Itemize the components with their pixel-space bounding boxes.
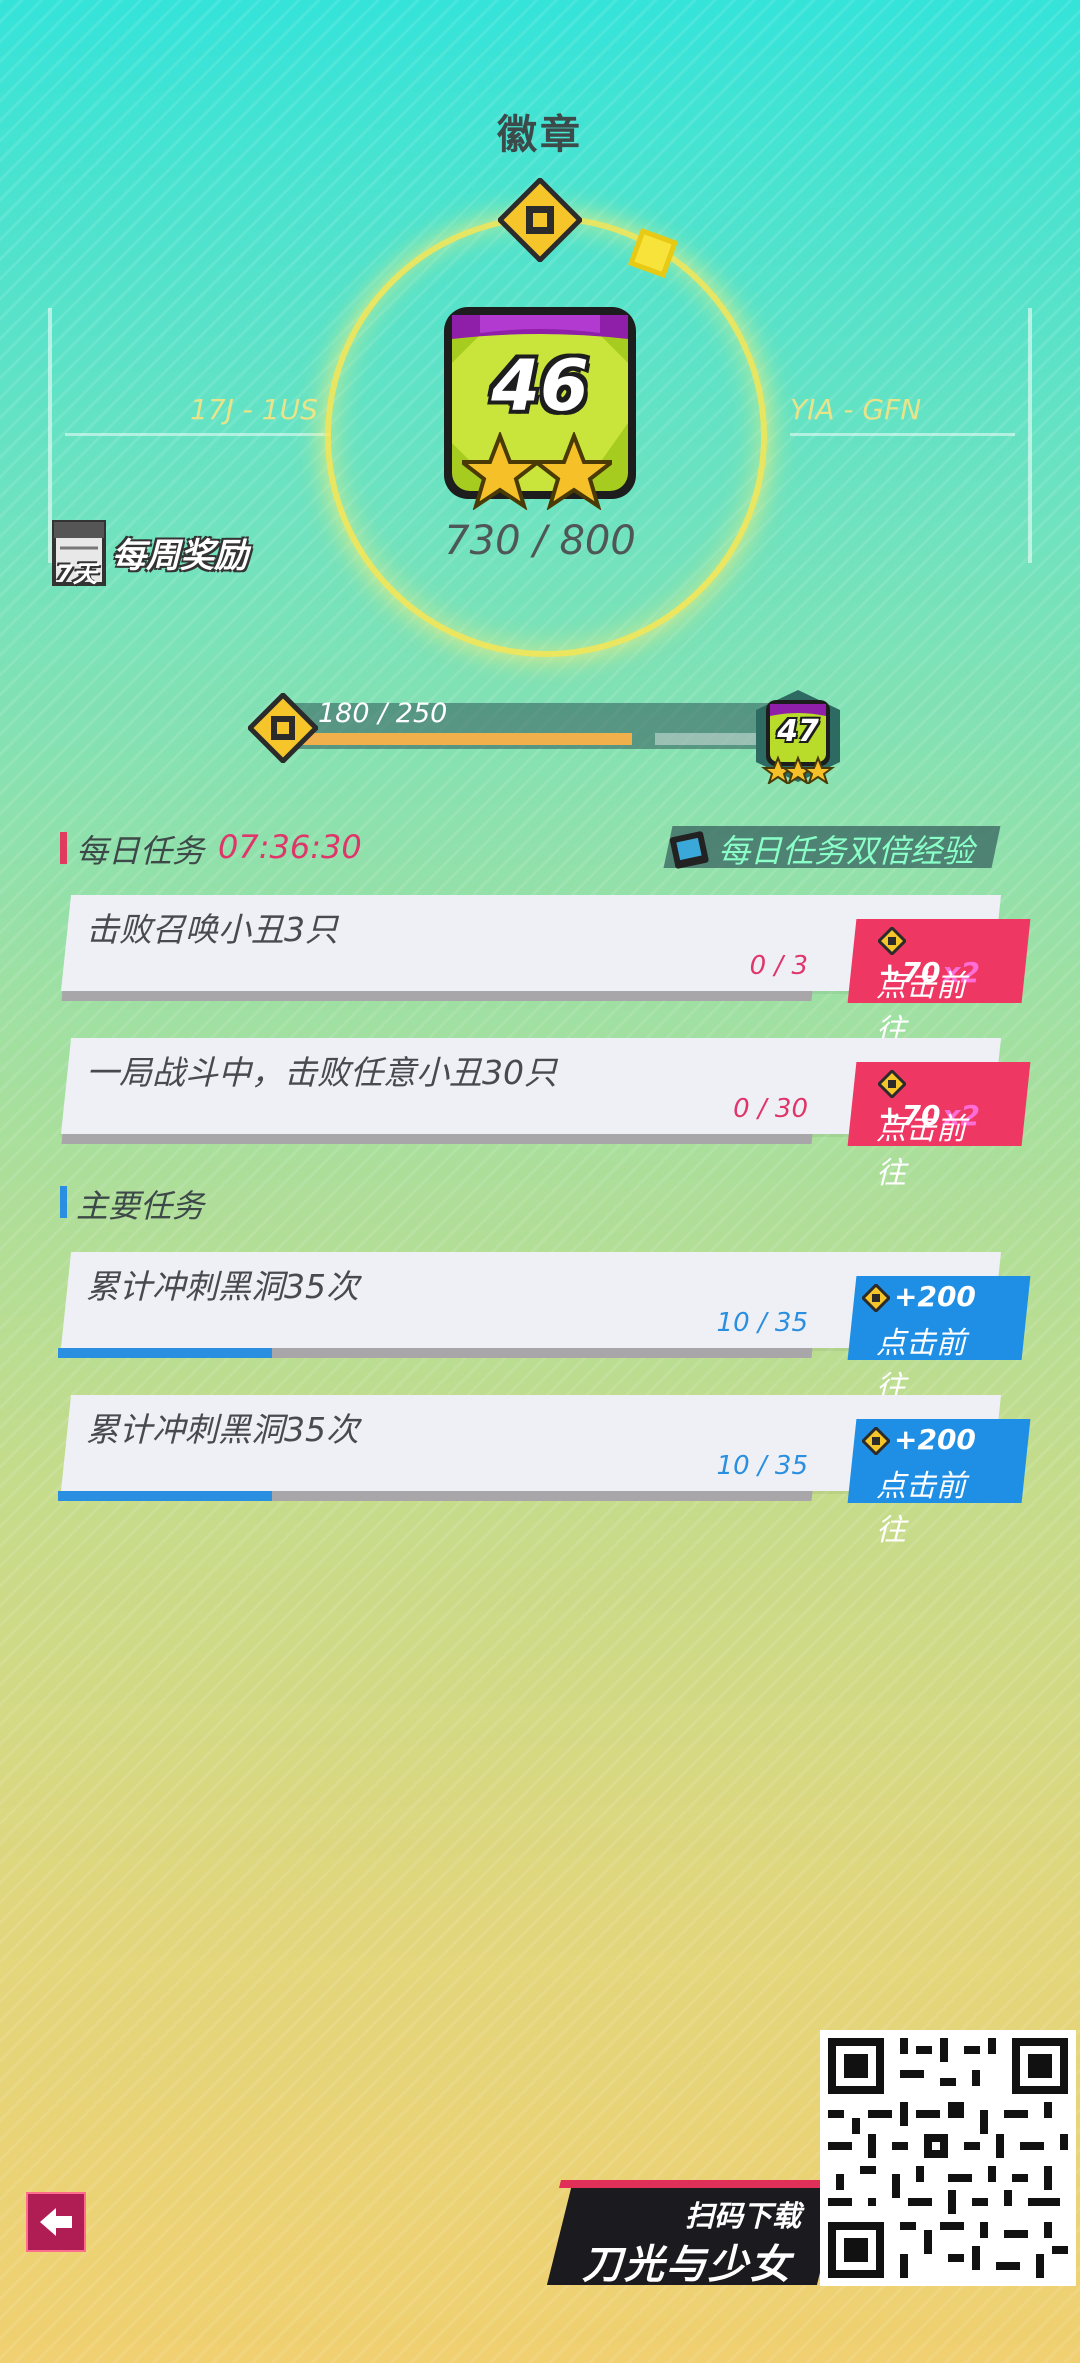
main-task-card: 累计冲刺黑洞35次 10 / 35 +200 点击前往 <box>58 1252 1031 1405</box>
card-progress-fill <box>58 1348 272 1358</box>
card-progress-track <box>61 1134 813 1144</box>
weekly-day-badge: 7天 <box>56 560 97 588</box>
ring-top-emblem-icon <box>498 178 582 262</box>
daily-section-title: 每日任务 <box>76 832 205 870</box>
card-progress-fill <box>58 1491 272 1501</box>
level-progress-fill <box>290 733 632 745</box>
page-title: 徽章 <box>497 112 583 158</box>
task-progress-count: 10 / 35 <box>716 1451 808 1481</box>
progress-emblem-icon <box>248 693 318 763</box>
task-reward: +200 <box>862 1423 976 1456</box>
task-progress-count: 10 / 35 <box>716 1308 808 1338</box>
task-description: 累计冲刺黑洞35次 <box>86 1410 359 1449</box>
coin-icon <box>878 927 906 955</box>
task-reward: +200 <box>862 1280 976 1313</box>
download-banner-accent <box>559 2180 831 2188</box>
task-progress-count: 0 / 30 <box>733 1094 808 1124</box>
code-left: 17J - 1US <box>190 393 318 426</box>
code-line-left <box>65 433 330 436</box>
task-description: 累计冲刺黑洞35次 <box>86 1267 359 1306</box>
go-button-label: 点击前往 <box>876 1469 966 1548</box>
reward-amount: +200 <box>894 1423 976 1456</box>
main-section-bar <box>60 1186 67 1218</box>
go-button-label: 点击前往 <box>876 1112 966 1191</box>
level-progress-text: 180 / 250 <box>318 698 448 729</box>
task-progress-count: 0 / 3 <box>749 951 808 981</box>
daily-timer: 07:36:30 <box>218 828 362 866</box>
level-progress-remaining <box>655 733 765 745</box>
reward-amount: +200 <box>894 1280 976 1313</box>
go-button-label: 点击前往 <box>876 969 966 1048</box>
game-name: 刀光与少女 <box>582 2242 792 2288</box>
code-line-right <box>790 433 1015 436</box>
coin-icon <box>862 1427 890 1455</box>
main-task-card: 累计冲刺黑洞35次 10 / 35 +200 点击前往 <box>58 1395 1031 1548</box>
ring-orbit-marker-icon <box>628 228 678 278</box>
badge-stars-icon <box>462 432 612 510</box>
daily-task-card: 一局战斗中，击败任意小丑30只 0 / 30 +70x2 点击前往 <box>58 1038 1031 1191</box>
coin-icon <box>878 1070 906 1098</box>
code-right: YIA - GFN <box>790 393 922 426</box>
download-label: 扫码下载 <box>685 2199 802 2233</box>
card-progress-track <box>61 991 813 1001</box>
badge-level: 46 <box>491 345 589 427</box>
main-section-title: 主要任务 <box>76 1187 205 1225</box>
next-level-number: 47 <box>777 714 819 749</box>
daily-section-bar <box>60 832 67 864</box>
back-arrow-icon <box>40 2208 72 2236</box>
task-description: 击败召唤小丑3只 <box>86 910 338 949</box>
go-button-label: 点击前往 <box>876 1326 966 1405</box>
book-icon <box>669 831 709 869</box>
qr-code[interactable] <box>820 2030 1076 2286</box>
weekly-reward-button[interactable]: 每周奖励 <box>112 528 248 577</box>
daily-task-card: 击败召唤小丑3只 0 / 3 +70x2 点击前往 <box>58 895 1031 1048</box>
task-description: 一局战斗中，击败任意小丑30只 <box>86 1053 557 1092</box>
coin-icon <box>862 1284 890 1312</box>
double-exp-label: 每日任务双倍经验 <box>718 832 975 870</box>
